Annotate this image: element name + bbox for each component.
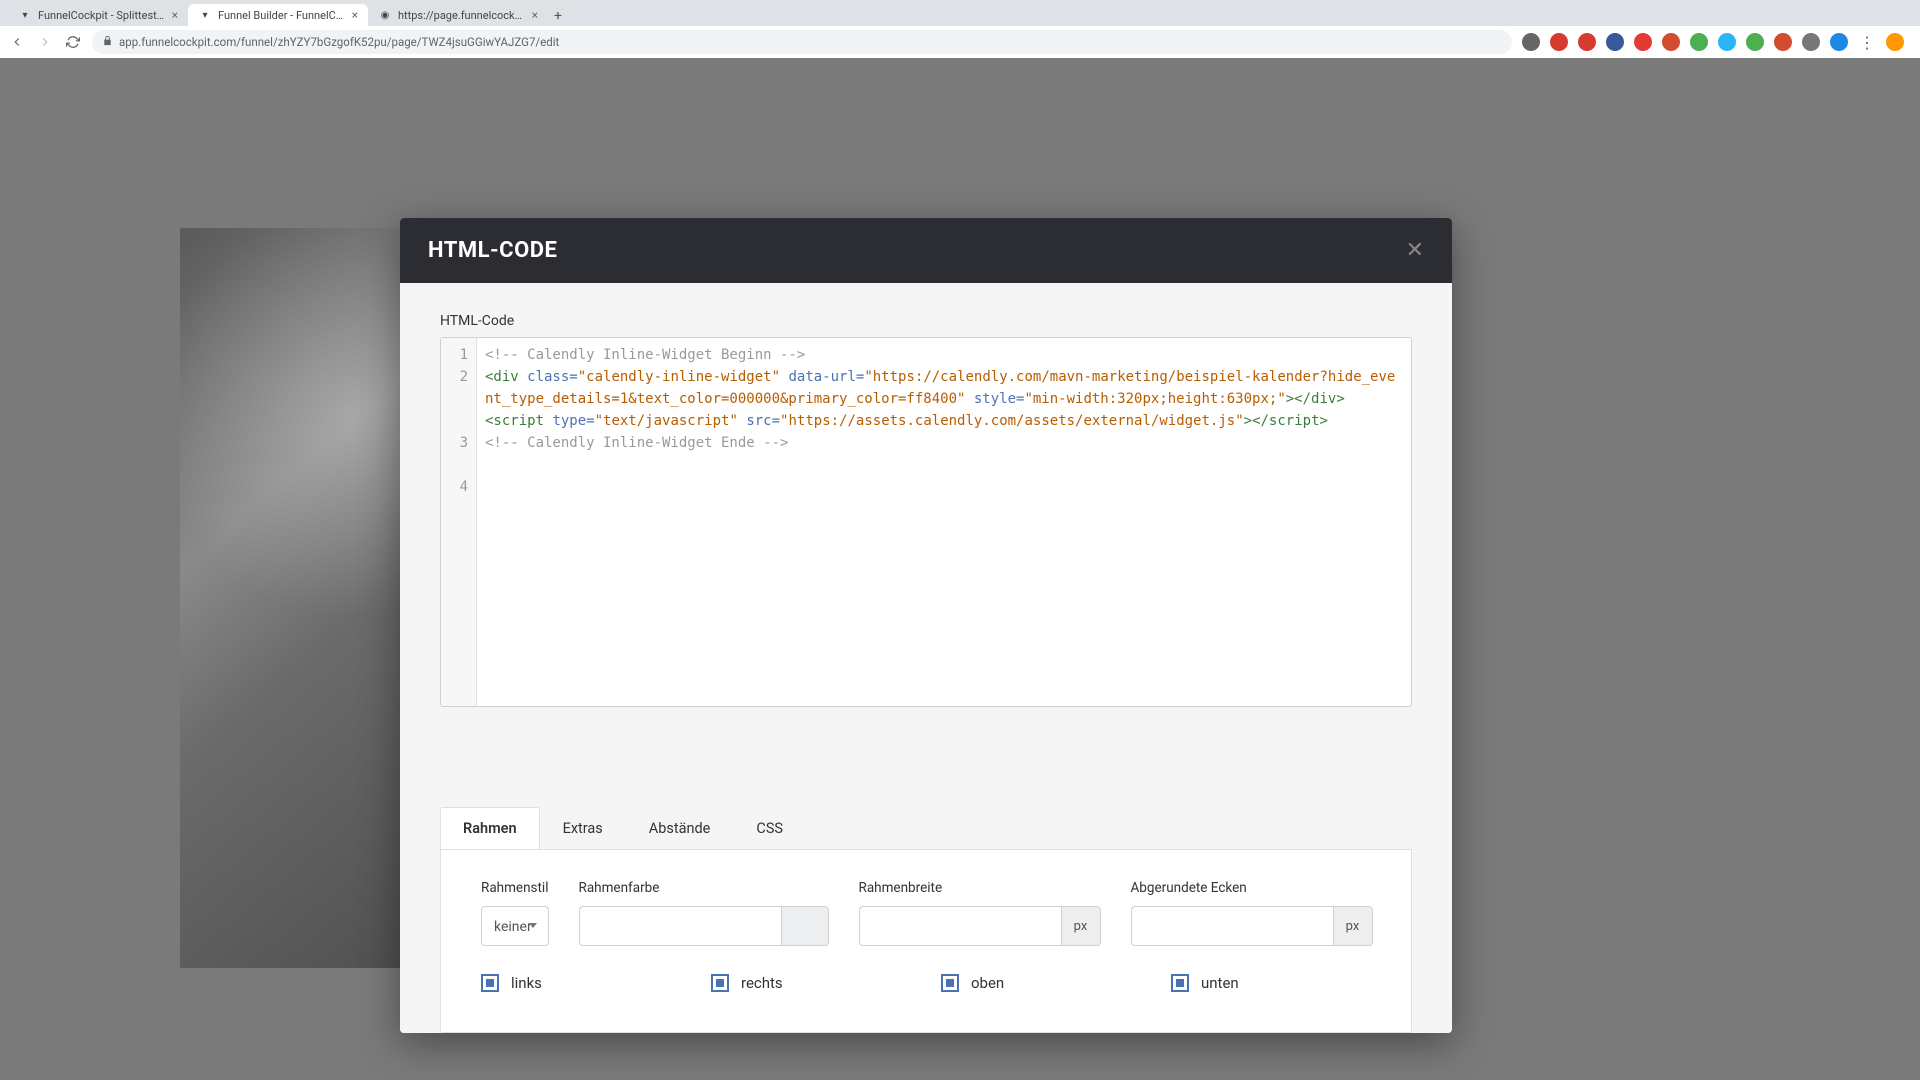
url-text: app.funnelcockpit.com/funnel/zhYZY7bGzgo… xyxy=(119,35,559,49)
favicon-icon: ▾ xyxy=(18,8,32,22)
code-section-label: HTML-Code xyxy=(440,313,1412,329)
code-editor[interactable]: 1 2 3 4 <!-- Calendly Inline-Widget Begi… xyxy=(440,337,1412,707)
ecken-input[interactable] xyxy=(1131,906,1333,946)
code-content[interactable]: <!-- Calendly Inline-Widget Beginn --> <… xyxy=(477,338,1411,706)
browser-tab-2[interactable]: ◉ https://page.funnelcockpit.co × xyxy=(368,4,548,26)
rahmenstil-select[interactable]: keiner xyxy=(481,906,549,946)
checkbox-oben[interactable] xyxy=(941,974,959,992)
tab-bar: ▾ FunnelCockpit - Splittests, Ma × ▾ Fun… xyxy=(0,0,1920,26)
reload-button[interactable] xyxy=(64,33,82,51)
rahmenbreite-unit: px xyxy=(1061,906,1101,946)
browser-tab-0[interactable]: ▾ FunnelCockpit - Splittests, Ma × xyxy=(8,4,188,26)
extension-icon[interactable] xyxy=(1718,33,1736,51)
modal-title: HTML-CODE xyxy=(428,238,557,263)
settings-tab-strip: Rahmen Extras Abstände CSS xyxy=(440,807,1412,850)
rahmenfarbe-swatch[interactable] xyxy=(781,906,829,946)
extension-icon[interactable] xyxy=(1662,33,1680,51)
close-icon[interactable]: × xyxy=(352,8,358,22)
checkbox-unten-label: unten xyxy=(1201,974,1239,992)
checkbox-rechts-label: rechts xyxy=(741,974,783,992)
tab-title: https://page.funnelcockpit.co xyxy=(398,9,526,22)
ecken-unit: px xyxy=(1333,906,1373,946)
rahmenfarbe-label: Rahmenfarbe xyxy=(579,880,829,896)
browser-chrome: ▾ FunnelCockpit - Splittests, Ma × ▾ Fun… xyxy=(0,0,1920,58)
extension-icon[interactable] xyxy=(1746,33,1764,51)
checkbox-oben-label: oben xyxy=(971,974,1004,992)
tab-abstaende[interactable]: Abstände xyxy=(626,807,734,849)
extension-icon[interactable] xyxy=(1578,33,1596,51)
modal-body: HTML-Code 1 2 3 4 <!-- Calendly Inline-W… xyxy=(400,283,1452,1033)
checkbox-links-label: links xyxy=(511,974,542,992)
page-background: HTML-CODE ✕ HTML-Code 1 2 3 4 <!-- Calen… xyxy=(0,58,1920,1080)
menu-icon[interactable]: ⋮ xyxy=(1858,33,1876,51)
extension-icon[interactable] xyxy=(1606,33,1624,51)
extension-icons: ⋮ xyxy=(1522,33,1912,51)
close-icon[interactable]: × xyxy=(172,8,178,22)
rahmenbreite-input[interactable] xyxy=(859,906,1061,946)
back-button[interactable] xyxy=(8,33,26,51)
extension-icon[interactable] xyxy=(1690,33,1708,51)
extension-icon[interactable] xyxy=(1774,33,1792,51)
nav-bar: app.funnelcockpit.com/funnel/zhYZY7bGzgo… xyxy=(0,26,1920,58)
avatar-icon[interactable] xyxy=(1830,33,1848,51)
favicon-icon: ▾ xyxy=(198,8,212,22)
checkbox-unten[interactable] xyxy=(1171,974,1189,992)
line-number-gutter: 1 2 3 4 xyxy=(441,338,477,706)
extension-icon[interactable] xyxy=(1522,33,1540,51)
favicon-icon: ◉ xyxy=(378,8,392,22)
tab-title: FunnelCockpit - Splittests, Ma xyxy=(38,9,166,22)
extension-icon[interactable] xyxy=(1802,33,1820,51)
settings-tabs-wrap: Rahmen Extras Abstände CSS Rahmenstil ke… xyxy=(440,807,1412,1033)
lock-icon xyxy=(102,35,113,49)
close-icon[interactable]: × xyxy=(532,8,538,22)
tab-title: Funnel Builder - FunnelCockpit xyxy=(218,9,346,22)
ecken-label: Abgerundete Ecken xyxy=(1131,880,1373,896)
rahmenbreite-label: Rahmenbreite xyxy=(859,880,1101,896)
tab-extras[interactable]: Extras xyxy=(540,807,626,849)
tab-rahmen[interactable]: Rahmen xyxy=(440,807,540,849)
extension-icon[interactable] xyxy=(1886,33,1904,51)
new-tab-button[interactable]: + xyxy=(548,6,568,26)
extension-icon[interactable] xyxy=(1634,33,1652,51)
rahmenfarbe-input[interactable] xyxy=(579,906,781,946)
modal-header: HTML-CODE ✕ xyxy=(400,218,1452,283)
html-code-modal: HTML-CODE ✕ HTML-Code 1 2 3 4 <!-- Calen… xyxy=(400,218,1452,1033)
extension-icon[interactable] xyxy=(1550,33,1568,51)
tab-css[interactable]: CSS xyxy=(733,807,806,849)
tab-content-rahmen: Rahmenstil keiner Rahmenfarbe xyxy=(440,850,1412,1033)
forward-button[interactable] xyxy=(36,33,54,51)
close-icon[interactable]: ✕ xyxy=(1406,238,1424,263)
browser-tab-1[interactable]: ▾ Funnel Builder - FunnelCockpit × xyxy=(188,4,368,26)
rahmenstil-label: Rahmenstil xyxy=(481,880,549,896)
checkbox-links[interactable] xyxy=(481,974,499,992)
url-bar[interactable]: app.funnelcockpit.com/funnel/zhYZY7bGzgo… xyxy=(92,30,1512,54)
checkbox-rechts[interactable] xyxy=(711,974,729,992)
